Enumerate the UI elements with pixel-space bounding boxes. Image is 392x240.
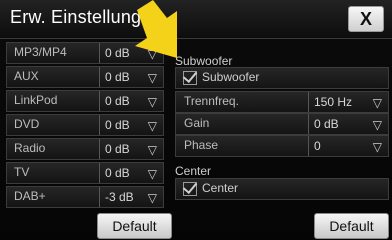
list-item[interactable]: AUX 0 dB ▽ [6,66,164,88]
param-value[interactable]: 0 dB [308,114,339,134]
center-section-title: Center [175,164,212,178]
dropdown-arrow-icon[interactable]: ▽ [148,167,157,181]
param-value[interactable]: 0 [308,136,321,156]
source-label: DVD [14,117,40,131]
list-item[interactable]: DAB+ -3 dB ▽ [6,186,164,208]
dropdown-arrow-icon[interactable]: ▽ [148,191,157,205]
checkbox-label: Subwoofer [202,70,260,84]
source-label: TV [14,165,30,179]
title-bar: Erw. Einstellungen X [0,0,392,39]
source-label: LinkPod [14,93,58,107]
default-button-left[interactable]: Default [97,213,172,239]
phase-select[interactable]: Phase 0 ▽ [175,135,389,157]
source-level-list: MP3/MP4 0 dB ▽ AUX 0 dB ▽ LinkPod 0 dB ▽… [6,42,164,210]
dropdown-arrow-icon[interactable]: ▽ [373,140,382,154]
param-label: Phase [184,138,219,152]
param-label: Trennfreq. [184,94,239,108]
close-button[interactable]: X [348,6,384,32]
dropdown-arrow-icon[interactable]: ▽ [148,143,157,157]
crossover-frequency-select[interactable]: Trennfreq. 150 Hz ▽ [175,91,389,113]
source-label: Radio [14,141,46,155]
checkbox-checked-icon [183,71,197,85]
pointer-arrow-shape [135,0,177,58]
source-label: DAB+ [14,189,46,203]
pointer-arrow-icon [135,0,177,58]
list-item[interactable]: TV 0 dB ▽ [6,162,164,184]
subwoofer-checkbox[interactable]: Subwoofer [175,67,389,89]
source-label: AUX [14,69,39,83]
param-value[interactable]: 150 Hz [308,92,352,112]
checkbox-checked-icon [183,182,197,196]
param-label: Gain [184,116,210,130]
default-button-right[interactable]: Default [314,213,389,239]
dropdown-arrow-icon[interactable]: ▽ [373,118,382,132]
settings-screen: Erw. Einstellungen X MP3/MP4 0 dB ▽ AUX … [0,0,392,240]
checkbox-label: Center [202,181,239,195]
gain-select[interactable]: Gain 0 dB ▽ [175,113,389,135]
dropdown-arrow-icon[interactable]: ▽ [373,96,382,110]
dropdown-arrow-icon[interactable]: ▽ [148,95,157,109]
dropdown-arrow-icon[interactable]: ▽ [148,119,157,133]
source-label: MP3/MP4 [14,45,67,59]
list-item[interactable]: Radio 0 dB ▽ [6,138,164,160]
center-checkbox[interactable]: Center [175,178,389,200]
dropdown-arrow-icon[interactable]: ▽ [148,71,157,85]
close-icon: X [359,9,372,29]
list-item[interactable]: LinkPod 0 dB ▽ [6,90,164,112]
list-item[interactable]: DVD 0 dB ▽ [6,114,164,136]
